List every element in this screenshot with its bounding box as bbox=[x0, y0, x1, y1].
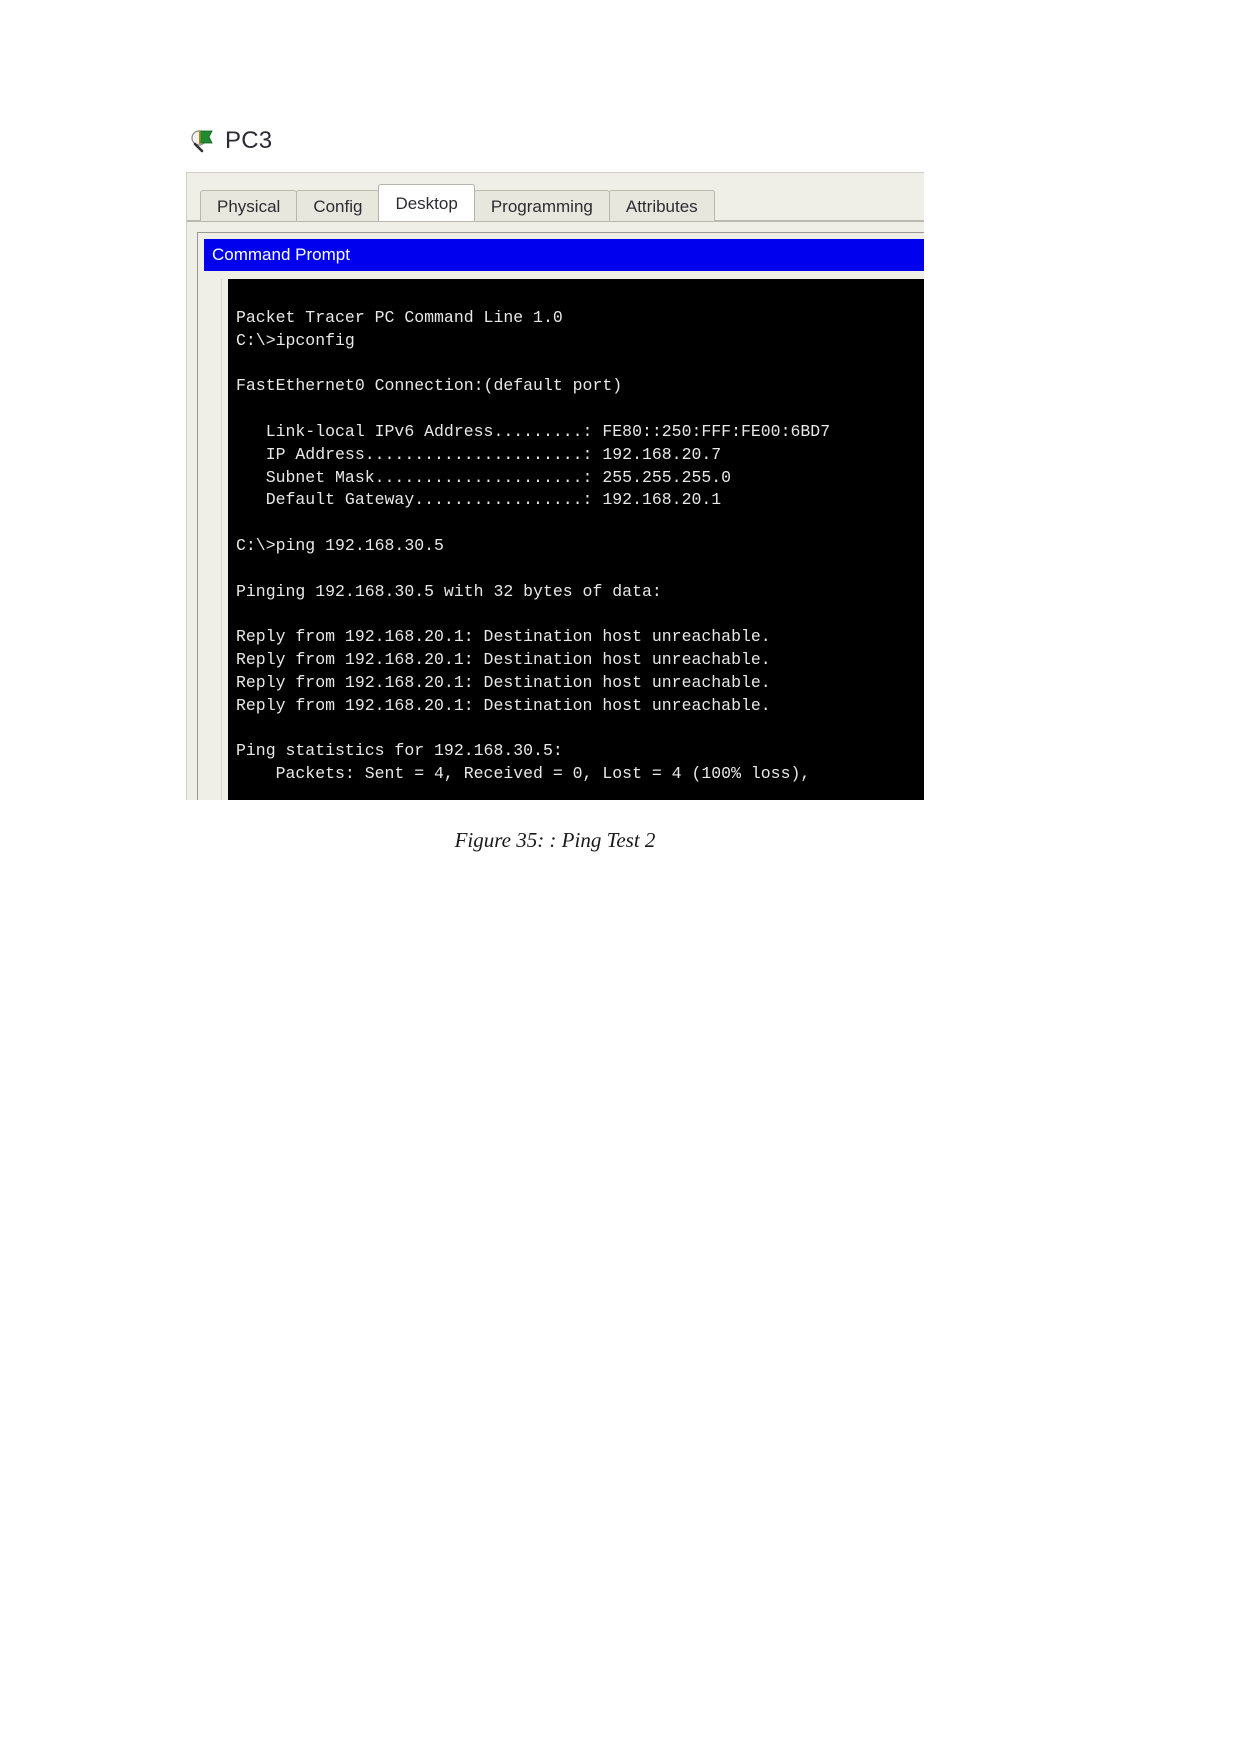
command-prompt-app: Command Prompt Packet Tracer PC Command … bbox=[197, 232, 924, 800]
terminal-line: Pinging 192.168.30.5 with 32 bytes of da… bbox=[236, 581, 662, 601]
terminal-line: C:\>ipconfig bbox=[236, 330, 355, 350]
command-prompt-title: Command Prompt bbox=[212, 245, 350, 264]
terminal-line: Subnet Mask.....................: 255.25… bbox=[236, 467, 732, 487]
tab-desktop[interactable]: Desktop bbox=[378, 184, 475, 221]
terminal-line: Reply from 192.168.20.1: Destination hos… bbox=[236, 695, 771, 715]
terminal-line: IP Address......................: 192.16… bbox=[236, 444, 722, 464]
device-window: Physical Config Desktop Programming Attr… bbox=[186, 172, 924, 800]
terminal-line: Reply from 192.168.20.1: Destination hos… bbox=[236, 649, 771, 669]
tab-config[interactable]: Config bbox=[296, 190, 380, 221]
desktop-panel: Command Prompt Packet Tracer PC Command … bbox=[187, 221, 924, 800]
pc-magnifier-icon bbox=[190, 128, 216, 154]
device-name: PC3 bbox=[225, 127, 273, 154]
tab-programming[interactable]: Programming bbox=[473, 190, 610, 221]
tab-strip: Physical Config Desktop Programming Attr… bbox=[187, 173, 924, 221]
command-prompt-titlebar: Command Prompt bbox=[204, 239, 924, 271]
terminal-scrollbar[interactable] bbox=[210, 279, 222, 800]
terminal-line: C:\>ping 192.168.30.5 bbox=[236, 535, 444, 555]
tab-physical[interactable]: Physical bbox=[200, 190, 298, 221]
terminal-line: Packet Tracer PC Command Line 1.0 bbox=[236, 308, 563, 327]
terminal-line: Ping statistics for 192.168.30.5: bbox=[236, 741, 563, 761]
device-title: PC3 bbox=[190, 128, 272, 154]
figure-caption: Figure 35: : Ping Test 2 bbox=[454, 828, 656, 852]
terminal-line: Default Gateway.................: 192.16… bbox=[236, 490, 722, 510]
terminal-line: Reply from 192.168.20.1: Destination hos… bbox=[236, 672, 771, 692]
terminal-line: Reply from 192.168.20.1: Destination hos… bbox=[236, 627, 771, 647]
terminal-line: Link-local IPv6 Address.........: FE80::… bbox=[236, 421, 831, 441]
terminal-line: FastEthernet0 Connection:(default port) bbox=[236, 376, 623, 396]
tab-attributes[interactable]: Attributes bbox=[608, 190, 715, 221]
terminal-line: Packets: Sent = 4, Received = 0, Lost = … bbox=[236, 763, 811, 783]
tab-list: Physical Config Desktop Programming Attr… bbox=[200, 184, 715, 221]
terminal-output[interactable]: Packet Tracer PC Command Line 1.0 C:\>ipc… bbox=[228, 279, 924, 800]
terminal-container: Packet Tracer PC Command Line 1.0 C:\>ipc… bbox=[204, 279, 924, 800]
